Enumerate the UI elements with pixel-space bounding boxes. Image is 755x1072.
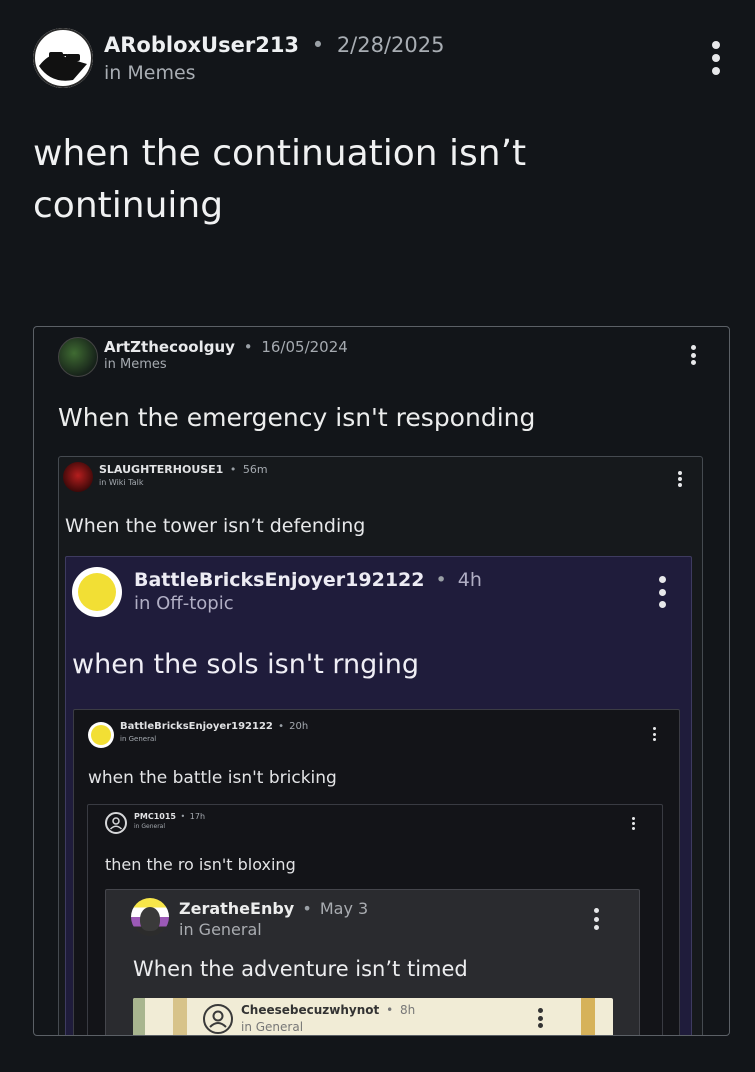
embedded-post-4: BattleBricksEnjoyer192122 • 20h in Gener… <box>73 709 680 1035</box>
avatar[interactable] <box>105 812 127 834</box>
post-category[interactable]: in General <box>241 1020 303 1034</box>
author-name[interactable]: ARobloxUser213 <box>104 33 299 57</box>
embedded-post-1: ArtZthecoolguy • 16/05/2024 in Memes Whe… <box>33 326 730 1036</box>
kebab-menu-icon[interactable] <box>689 345 697 365</box>
kebab-menu-icon[interactable] <box>631 817 636 830</box>
avatar[interactable] <box>72 567 122 617</box>
post-time: 20h <box>289 721 309 732</box>
kebab-menu-icon[interactable] <box>537 1008 543 1028</box>
embedded-post-3: BattleBricksEnjoyer192122 • 4h in Off-to… <box>65 556 692 1035</box>
meta-separator: • <box>311 33 325 57</box>
sunglasses-avatar-icon <box>33 28 93 88</box>
embedded-post-2: SLAUGHTERHOUSE1 • 56m in Wiki Talk When … <box>58 456 703 1035</box>
post-category[interactable]: in Wiki Talk <box>99 478 144 487</box>
kebab-menu-icon[interactable] <box>709 41 723 75</box>
post-meta: ARobloxUser213 • 2/28/2025 <box>104 33 445 57</box>
post-text: When the emergency isn't responding <box>58 403 536 432</box>
post-date: 2/28/2025 <box>336 33 445 57</box>
kebab-menu-icon[interactable] <box>677 471 683 487</box>
kebab-menu-icon[interactable] <box>658 576 666 608</box>
post-category[interactable]: in General <box>179 920 262 939</box>
post-text: when the battle isn't bricking <box>88 768 337 788</box>
avatar[interactable] <box>203 1004 233 1034</box>
author-name[interactable]: SLAUGHTERHOUSE1 <box>99 463 223 476</box>
author-name[interactable]: BattleBricksEnjoyer192122 <box>134 569 424 591</box>
kebab-menu-icon[interactable] <box>652 727 657 741</box>
author-name[interactable]: Cheesebecuzwhynot <box>241 1003 379 1017</box>
author-name[interactable]: ZeratheEnby <box>179 899 294 918</box>
post-category[interactable]: in General <box>134 823 165 830</box>
post-text: then the ro isn't bloxing <box>105 855 296 874</box>
post-time: May 3 <box>319 899 369 918</box>
avatar[interactable] <box>131 898 169 936</box>
avatar[interactable] <box>88 722 114 748</box>
post-category[interactable]: in General <box>120 735 156 743</box>
post-category[interactable]: in Memes <box>104 62 196 84</box>
avatar[interactable] <box>58 337 98 377</box>
post-text: When the tower isn’t defending <box>65 515 366 537</box>
post-text: when the sols isn't rnging <box>72 649 420 680</box>
post-time: 16/05/2024 <box>261 338 348 356</box>
post-category[interactable]: in Off-topic <box>134 593 234 614</box>
author-name[interactable]: BattleBricksEnjoyer192122 <box>120 721 273 732</box>
author-name[interactable]: ArtZthecoolguy <box>104 338 235 356</box>
post-time: 56m <box>242 463 268 476</box>
embedded-post-7: Cheesebecuzwhynot • 8h in General <box>133 998 613 1035</box>
post-time: 4h <box>457 569 482 591</box>
embedded-post-5: PMC1015 • 17h in General then the ro isn… <box>87 804 663 1035</box>
post-time: 17h <box>189 812 206 821</box>
avatar[interactable] <box>63 462 93 492</box>
default-user-icon <box>209 1010 227 1028</box>
kebab-menu-icon[interactable] <box>593 908 600 930</box>
author-avatar[interactable] <box>33 28 93 88</box>
post-text: When the adventure isn’t timed <box>133 957 468 981</box>
author-name[interactable]: PMC1015 <box>134 812 176 821</box>
embedded-post-6: ZeratheEnby • May 3 in General When the … <box>105 889 640 1035</box>
default-user-icon <box>109 817 123 830</box>
post-title: when the continuation isn’t continuing <box>33 133 527 226</box>
post-category[interactable]: in Memes <box>104 357 167 372</box>
post-time: 8h <box>400 1003 416 1017</box>
